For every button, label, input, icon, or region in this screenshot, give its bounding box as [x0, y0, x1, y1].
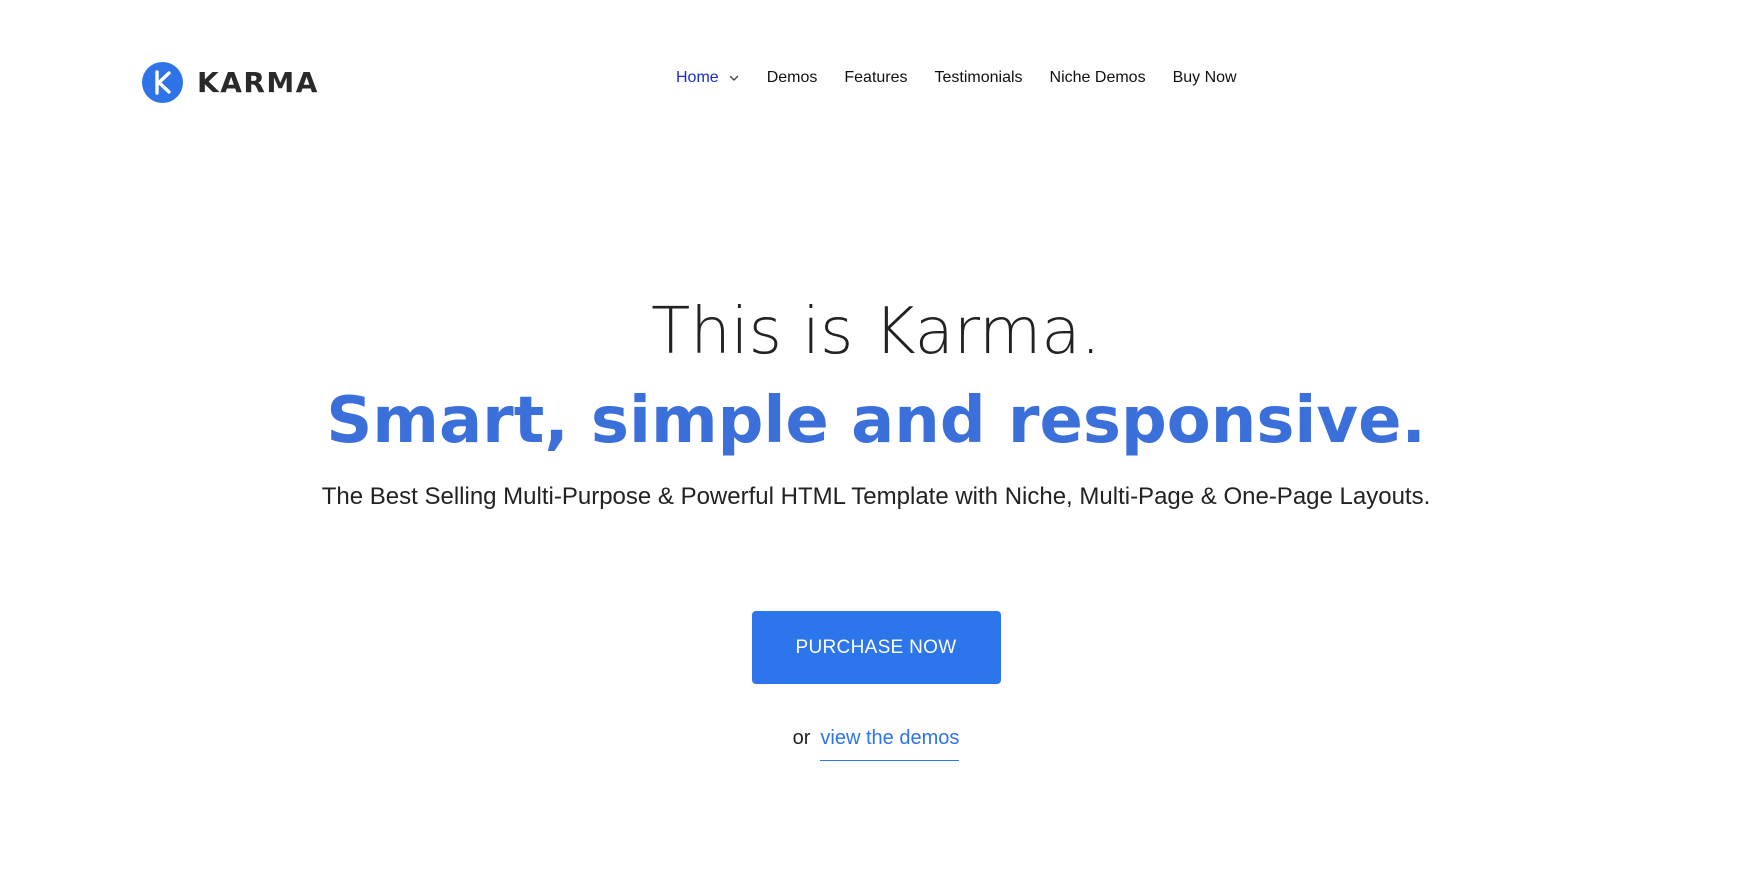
nav-item-label: Niche Demos [1049, 69, 1146, 86]
chevron-down-icon [729, 75, 738, 81]
hero-tagline: Smart, simple and responsive. [326, 384, 1426, 458]
nav-item-niche-demos[interactable]: Niche Demos [1050, 69, 1146, 87]
nav-item-label: Demos [766, 69, 818, 86]
nav-item-home[interactable]: Home [676, 69, 740, 87]
nav-item-label: Home [676, 69, 719, 86]
cta-container: PURCHASE NOW [0, 611, 1752, 684]
hero-section: This is Karma. Smart, simple and respons… [0, 290, 1752, 512]
nav-item-label: Buy Now [1172, 69, 1237, 86]
alternate-prefix: or [792, 727, 811, 749]
k-logo-icon [142, 61, 183, 103]
alternate-action: or view the demos [0, 727, 1752, 761]
hero-headline: This is Karma. [651, 295, 1101, 369]
brand-name: KARMA [197, 65, 319, 99]
brand-logo-link[interactable]: KARMA [142, 60, 319, 104]
nav-item-demos[interactable]: Demos [767, 69, 818, 87]
nav-item-features[interactable]: Features [844, 69, 907, 87]
nav-item-testimonials[interactable]: Testimonials [935, 69, 1023, 87]
page: KARMA Home Demos Features Testimonials N… [0, 0, 1752, 891]
view-demos-link[interactable]: view the demos [820, 727, 960, 761]
hero-subtitle: The Best Selling Multi-Purpose & Powerfu… [321, 483, 1431, 510]
purchase-now-button[interactable]: PURCHASE NOW [751, 611, 1001, 684]
site-header: KARMA Home Demos Features Testimonials N… [0, 0, 1752, 155]
nav-item-label: Testimonials [934, 69, 1023, 86]
nav-item-buy-now[interactable]: Buy Now [1173, 69, 1237, 87]
nav-item-label: Features [844, 69, 908, 86]
main-nav: Home Demos Features Testimonials Niche D… [676, 64, 1237, 92]
